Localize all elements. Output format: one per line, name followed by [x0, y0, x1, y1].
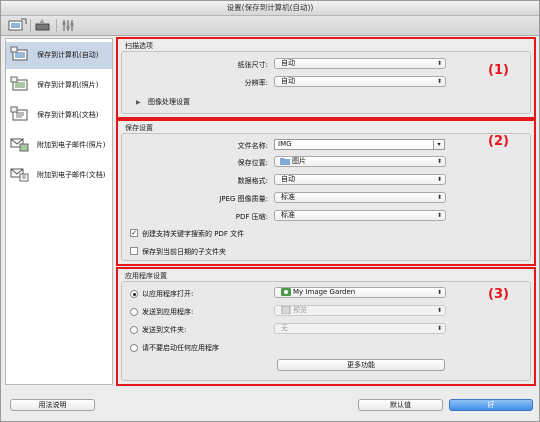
- toolbar: [1, 16, 539, 36]
- disclosure-triangle-icon[interactable]: ▶: [136, 99, 141, 106]
- send-to-folder-value: 无: [281, 324, 288, 332]
- chevron-updown-icon: ⬍: [436, 194, 442, 201]
- section-marker-3: (3): [488, 287, 509, 302]
- save-in-select[interactable]: 图片 ⬍: [274, 156, 446, 167]
- chevron-updown-icon: ⬍: [436, 212, 442, 219]
- send-to-app-value: 预览: [293, 306, 307, 314]
- scan-from-computer-icon[interactable]: [6, 18, 28, 33]
- data-format-value: 自动: [281, 175, 295, 183]
- chevron-updown-icon: ⬍: [436, 60, 442, 67]
- sidebar-item-label: 保存到计算机(照片): [37, 81, 99, 89]
- chevron-updown-icon: ⬍: [436, 307, 442, 314]
- scan-from-panel-icon[interactable]: [32, 18, 54, 33]
- file-name-value: IMG: [278, 140, 292, 148]
- section-marker-1: (1): [488, 63, 509, 78]
- preview-app-icon: [281, 305, 291, 315]
- section-marker-2: (2): [488, 134, 509, 149]
- open-with-app-label: 以应用程序打开:: [142, 290, 194, 298]
- data-format-select[interactable]: 自动 ⬍: [274, 174, 446, 185]
- sidebar-item-save-computer-auto[interactable]: 保存到计算机(自动): [6, 42, 112, 69]
- send-to-folder-radio[interactable]: [130, 326, 138, 334]
- toolbar-divider: [30, 19, 31, 32]
- chevron-updown-icon: ⬍: [436, 289, 442, 296]
- file-name-field[interactable]: IMG: [274, 139, 434, 150]
- jpeg-quality-select[interactable]: 标准 ⬍: [274, 192, 446, 203]
- chevron-updown-icon: ⬍: [436, 78, 442, 85]
- send-to-app-radio[interactable]: [130, 308, 138, 316]
- chevron-updown-icon: ⬍: [436, 158, 442, 165]
- sidebar-item-label: 附加到电子邮件(照片): [37, 141, 106, 149]
- date-subfolder-label: 保存到当前日期的子文件夹: [142, 248, 226, 256]
- folder-icon: [280, 157, 290, 166]
- chevron-updown-icon: ⬍: [436, 176, 442, 183]
- sidebar-item-label: 附加到电子邮件(文档): [37, 171, 106, 179]
- sidebar-item-save-computer-photo[interactable]: 保存到计算机(照片): [6, 72, 112, 99]
- settings-window: 设置(保存到计算机(自动)) 保存到计算机(自动) 保存到计算机(照片) 保存到…: [0, 0, 540, 422]
- sidebar-item-email-photo[interactable]: 附加到电子邮件(照片): [6, 132, 112, 159]
- send-to-folder-label: 发送到文件夹:: [142, 326, 187, 334]
- paper-size-value: 自动: [281, 59, 295, 67]
- keyword-pdf-label: 创建支持关键字搜索的 PDF 文件: [142, 230, 245, 238]
- save-settings-title: 保存设置: [125, 124, 153, 132]
- open-with-app-select[interactable]: My Image Garden ⬍: [274, 287, 446, 298]
- sidebar-item-save-computer-document[interactable]: 保存到计算机(文档): [6, 102, 112, 129]
- sidebar-item-label: 保存到计算机(文档): [37, 111, 99, 119]
- send-to-app-label: 发送到应用程序:: [142, 308, 194, 316]
- save-in-value: 图片: [292, 157, 306, 165]
- scan-options-title: 扫描选项: [125, 42, 153, 50]
- file-name-label: 文件名称:: [237, 142, 268, 150]
- sidebar-item-email-document[interactable]: 附加到电子邮件(文档): [6, 162, 112, 189]
- open-with-app-radio[interactable]: [130, 290, 138, 298]
- my-image-garden-icon: [281, 288, 291, 297]
- computer-photo-icon: [10, 76, 30, 94]
- date-subfolder-checkbox[interactable]: [130, 247, 138, 255]
- paper-size-label: 纸张尺寸:: [237, 61, 268, 69]
- general-settings-icon[interactable]: [58, 18, 80, 33]
- save-in-label: 保存位置:: [237, 159, 268, 167]
- jpeg-quality-label: JPEG 图像质量:: [219, 195, 268, 203]
- resolution-select[interactable]: 自动 ⬍: [274, 76, 446, 87]
- more-functions-button[interactable]: 更多功能: [277, 359, 445, 371]
- window-title: 设置(保存到计算机(自动)): [1, 1, 539, 16]
- resolution-label: 分辨率:: [244, 79, 268, 87]
- resolution-value: 自动: [281, 77, 295, 85]
- no-app-radio[interactable]: [130, 344, 138, 352]
- computer-auto-icon: [10, 46, 30, 64]
- pdf-compression-label: PDF 压缩:: [235, 213, 268, 221]
- chevron-updown-icon: ⬍: [436, 325, 442, 332]
- data-format-label: 数据格式:: [237, 177, 268, 185]
- app-settings-title: 应用程序设置: [125, 272, 167, 280]
- pdf-compression-value: 标准: [281, 211, 295, 219]
- keyword-pdf-checkbox[interactable]: ✓: [130, 229, 138, 237]
- email-document-icon: [10, 166, 30, 184]
- email-photo-icon: [10, 136, 30, 154]
- computer-document-icon: [10, 106, 30, 124]
- ok-button[interactable]: 好: [449, 399, 533, 411]
- toolbar-divider: [56, 19, 57, 32]
- instructions-button[interactable]: 用法说明: [10, 399, 95, 411]
- pdf-compression-select[interactable]: 标准 ⬍: [274, 210, 446, 221]
- paper-size-select[interactable]: 自动 ⬍: [274, 58, 446, 69]
- send-to-folder-select[interactable]: 无 ⬍: [274, 323, 446, 334]
- no-app-label: 请不要启动任何应用程序: [142, 344, 219, 352]
- image-processing-settings-toggle[interactable]: 图像处理设置: [148, 97, 190, 107]
- file-name-dropdown-button[interactable]: ▾: [434, 139, 445, 150]
- defaults-button[interactable]: 默认值: [358, 399, 443, 411]
- open-with-app-value: My Image Garden: [293, 288, 356, 296]
- sidebar: 保存到计算机(自动) 保存到计算机(照片) 保存到计算机(文档) 附加到电子邮件…: [5, 38, 113, 385]
- jpeg-quality-value: 标准: [281, 193, 295, 201]
- sidebar-item-label: 保存到计算机(自动): [37, 51, 99, 59]
- send-to-app-select[interactable]: 预览 ⬍: [274, 305, 446, 316]
